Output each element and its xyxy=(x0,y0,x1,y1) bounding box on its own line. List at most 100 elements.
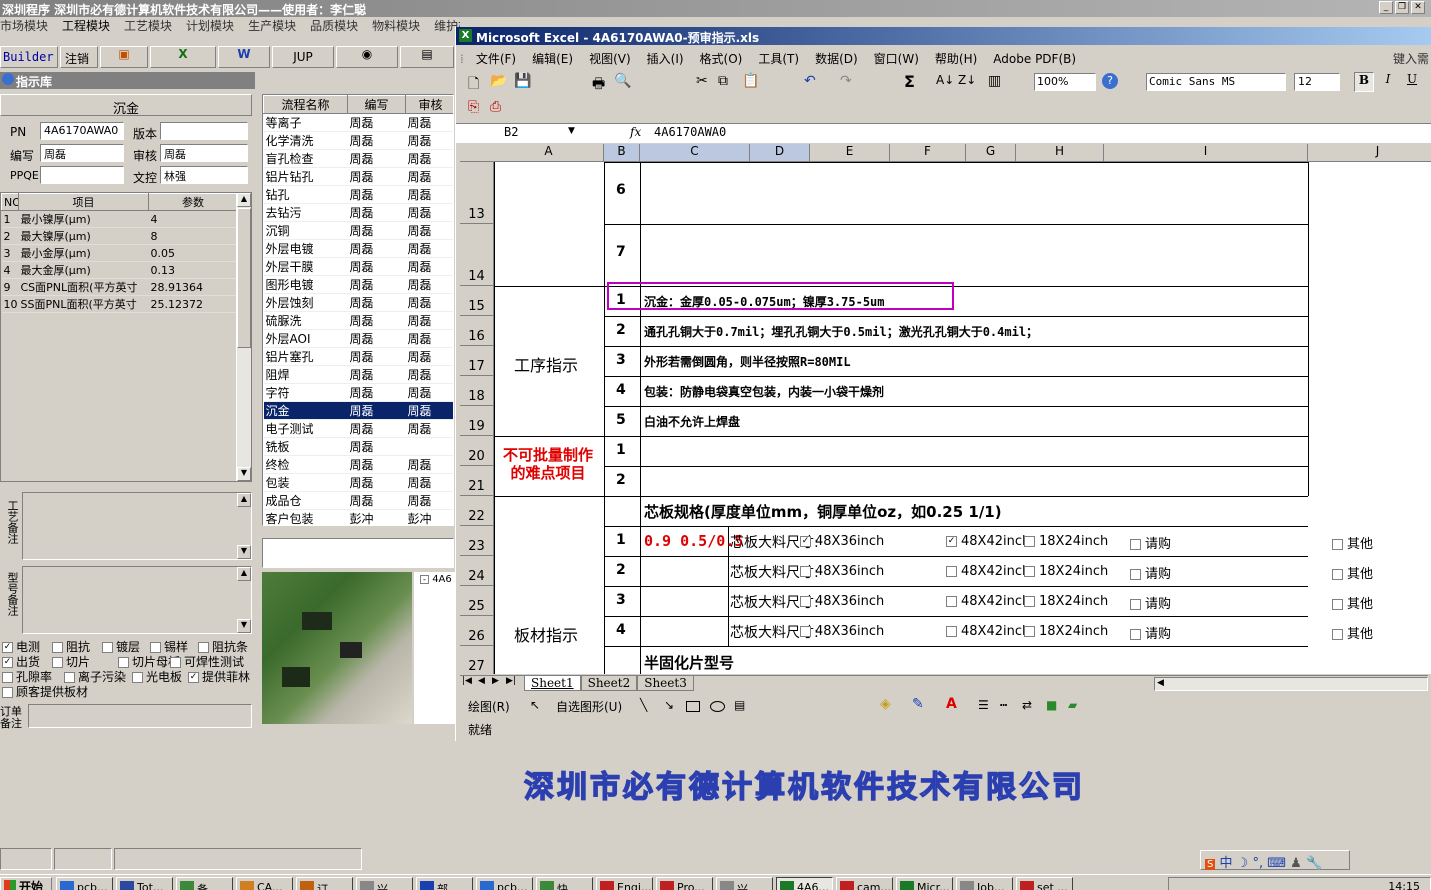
row-header[interactable]: 24 xyxy=(460,556,493,586)
row-header[interactable]: 14 xyxy=(460,224,493,286)
ime-tool-icon[interactable]: 🔧 xyxy=(1306,856,1322,871)
row-header[interactable]: 25 xyxy=(460,586,493,616)
flow-row[interactable]: 外层电镀 周磊 周磊 xyxy=(263,239,453,258)
column-header[interactable]: A xyxy=(494,144,604,161)
row-header[interactable]: 16 xyxy=(460,316,493,346)
param-row[interactable]: 3 最小金厚(μm) 0.05 xyxy=(1,244,238,262)
step-number[interactable]: 4 xyxy=(616,382,626,398)
core-thickness[interactable]: 0.9 0.5/0.5 xyxy=(644,532,743,550)
size-option[interactable]: 48X42inch xyxy=(946,624,1030,639)
model-scroll-down-icon[interactable]: ▼ xyxy=(237,619,251,633)
checkbox-box[interactable]: ✓ xyxy=(188,672,199,683)
option-checkbox[interactable]: 顾客提供板材 xyxy=(2,683,88,700)
row-header[interactable]: 19 xyxy=(460,406,493,436)
process-remark-box[interactable]: ▲ ▼ xyxy=(22,492,252,560)
step-number[interactable]: 3 xyxy=(616,592,626,608)
tab-next-icon[interactable]: ▶ xyxy=(492,676,499,686)
row-header[interactable]: 26 xyxy=(460,616,493,646)
logout-button[interactable]: 注销 xyxy=(60,46,98,68)
start-button[interactable]: 开始 xyxy=(0,877,52,890)
column-header[interactable]: H xyxy=(1016,144,1104,161)
excel-menu-item[interactable]: Adobe PDF(B) xyxy=(993,49,1076,66)
ime-keyboard-icon[interactable]: ⌨ xyxy=(1267,856,1286,871)
row-header[interactable]: 22 xyxy=(460,496,493,526)
eye-icon[interactable]: ◉ xyxy=(336,46,398,68)
app-menu-item[interactable]: 工艺模块 xyxy=(124,19,172,33)
step-number[interactable]: 2 xyxy=(616,562,626,578)
excel-menu-item[interactable]: 工具(T) xyxy=(758,47,799,67)
editor-field[interactable]: 周磊 xyxy=(40,144,124,162)
scroll-down-icon[interactable]: ▼ xyxy=(237,467,251,481)
arrow-style-icon[interactable]: ⇄ xyxy=(1022,698,1032,712)
taskbar-item[interactable]: Micr... xyxy=(896,877,953,890)
size-option[interactable]: 48X42inch xyxy=(946,594,1030,609)
param-row[interactable]: 4 最大金厚(μm) 0.13 xyxy=(1,261,238,279)
close-button[interactable]: ✕ xyxy=(1411,1,1425,14)
fill-color-icon[interactable]: ◈ xyxy=(880,696,891,712)
param-row[interactable]: 10 SS面PNL面积(平方英寸 25.12372 xyxy=(1,295,238,313)
size-checkbox[interactable] xyxy=(1332,599,1343,610)
tree-expand-icon[interactable]: - xyxy=(420,575,429,584)
checkbox-box[interactable] xyxy=(102,642,113,653)
name-box-dropdown-icon[interactable]: ▼ xyxy=(568,126,575,136)
checkbox-box[interactable] xyxy=(52,642,63,653)
app-menu-item[interactable]: 物料模块 xyxy=(372,19,420,33)
report-icon[interactable]: ▣ xyxy=(100,46,148,68)
flow-row[interactable]: 终检 周磊 周磊 xyxy=(263,455,453,474)
flow-row[interactable]: 客户包装 彭冲 彭冲 xyxy=(263,509,453,525)
rectangle-icon[interactable] xyxy=(686,701,700,712)
row-header[interactable]: 13 xyxy=(460,162,493,224)
pdf-email-icon[interactable]: ⎙ xyxy=(490,99,501,115)
step-number[interactable]: 4 xyxy=(616,622,626,638)
board-label[interactable]: 板材指示 xyxy=(514,622,578,646)
sort-asc-icon[interactable]: A↓ xyxy=(936,73,954,87)
textbox-icon[interactable]: ▤ xyxy=(734,698,745,712)
size-checkbox[interactable] xyxy=(1024,536,1035,547)
flow-row[interactable]: 盲孔检查 周磊 周磊 xyxy=(263,149,453,168)
taskbar-item[interactable]: cam... xyxy=(836,877,893,890)
row-header[interactable]: 17 xyxy=(460,346,493,376)
flow-row[interactable]: 铣板 周磊 xyxy=(263,437,453,456)
flow-row[interactable]: 成品仓 周磊 周磊 xyxy=(263,491,453,510)
row-header[interactable]: 21 xyxy=(460,466,493,496)
size-option[interactable]: 18X24inch xyxy=(1024,564,1108,579)
taskbar-item[interactable]: Tot... xyxy=(116,877,173,890)
checkbox-box[interactable] xyxy=(2,687,13,698)
copy-icon[interactable]: ⧉ xyxy=(718,73,728,89)
size-checkbox[interactable] xyxy=(1130,539,1141,550)
row-header[interactable]: 18 xyxy=(460,376,493,406)
new-icon[interactable]: 🗋 xyxy=(468,73,479,97)
checkbox-box[interactable] xyxy=(52,657,63,668)
line-style-icon[interactable]: ☰ xyxy=(978,698,989,712)
draw-menu[interactable]: 绘图(R) xyxy=(468,698,510,715)
formula-input[interactable]: 4A6170AWA0 xyxy=(654,125,726,139)
size-option[interactable]: 48X36inch xyxy=(800,624,884,639)
fx-icon[interactable]: fx xyxy=(630,125,641,139)
flow-row[interactable]: 去钻污 周磊 周磊 xyxy=(263,203,453,222)
ime-user-icon[interactable]: ♟ xyxy=(1290,856,1302,871)
3d-icon[interactable]: ▰ xyxy=(1068,698,1077,712)
size-option[interactable]: 请购 xyxy=(1130,563,1171,582)
size-option[interactable]: 48X42inch xyxy=(946,564,1030,579)
flow-row[interactable]: 图形电镀 周磊 周磊 xyxy=(263,275,453,294)
taskbar-item[interactable]: pcb... xyxy=(56,877,113,890)
column-header[interactable]: B xyxy=(604,144,640,161)
model-scroll-up-icon[interactable]: ▲ xyxy=(237,567,251,581)
size-option[interactable]: 18X24inch xyxy=(1024,534,1108,549)
step-number[interactable]: 1 xyxy=(616,532,626,548)
dash-style-icon[interactable]: ┅ xyxy=(1000,698,1007,712)
step-number[interactable]: 5 xyxy=(616,412,626,428)
taskbar-item[interactable]: 部... xyxy=(416,877,473,890)
flow-row[interactable]: 沉铜 周磊 周磊 xyxy=(263,221,453,240)
redo-icon[interactable]: ↷ xyxy=(840,73,852,89)
pn-field[interactable]: 4A6170AWA0 xyxy=(40,122,124,140)
column-header[interactable]: D xyxy=(750,144,810,161)
column-header[interactable]: G xyxy=(966,144,1016,161)
arrow-icon[interactable]: ↘ xyxy=(664,698,674,712)
print-icon[interactable]: 🖶 xyxy=(592,73,605,97)
excel-menu-item[interactable]: 格式(O) xyxy=(700,47,743,67)
row-header[interactable]: 23 xyxy=(460,526,493,556)
size-option[interactable]: 请购 xyxy=(1130,533,1171,552)
flow-row[interactable]: 字符 周磊 周磊 xyxy=(263,383,453,402)
option-checkbox[interactable]: 光电板 xyxy=(132,668,182,685)
